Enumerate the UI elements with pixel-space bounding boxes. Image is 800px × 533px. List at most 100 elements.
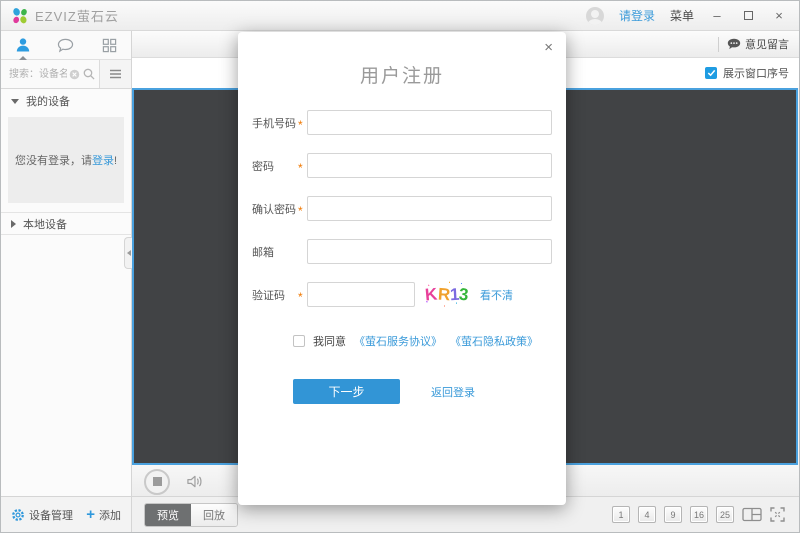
email-input[interactable] — [307, 239, 552, 264]
search-icon[interactable] — [83, 68, 95, 80]
tab-preview[interactable]: 预览 — [145, 504, 191, 526]
caret-down-icon — [11, 99, 19, 104]
local-devices-label: 本地设备 — [23, 216, 67, 232]
captcha-char: R — [437, 286, 450, 304]
stop-button[interactable] — [144, 469, 170, 495]
captcha-input[interactable] — [307, 282, 415, 307]
titlebar-menu[interactable]: 菜单 — [670, 7, 694, 24]
gear-icon — [11, 508, 25, 522]
layout-1-button[interactable]: 1 — [612, 506, 630, 523]
check-icon — [707, 69, 716, 77]
confirm-password-input[interactable] — [307, 196, 552, 221]
sidebar-tab-messages[interactable] — [44, 31, 87, 59]
layout-buttons: 1 4 9 16 25 — [612, 506, 785, 523]
user-avatar[interactable] — [586, 7, 604, 25]
phone-row: 手机号码 * — [252, 110, 552, 135]
view-mode-tabs: 预览 回放 — [144, 503, 238, 527]
app-title: EZVIZ萤石云 — [35, 6, 119, 25]
password-input[interactable] — [307, 153, 552, 178]
login-notice-link[interactable]: 登录 — [92, 155, 114, 167]
required-marker: * — [298, 288, 307, 302]
agreement-row: 我同意 《萤石服务协议》 《萤石隐私政策》 — [293, 333, 566, 349]
privacy-policy-link[interactable]: 《萤石隐私政策》 — [450, 333, 538, 349]
toolbar-divider — [718, 37, 719, 52]
show-window-number-label: 展示窗口序号 — [723, 65, 789, 81]
required-marker-empty — [298, 250, 307, 254]
section-local-devices[interactable]: 本地设备 — [1, 212, 131, 235]
split-layout-icon — [742, 507, 762, 522]
speaker-icon — [186, 474, 203, 489]
captcha-row: 验证码 * K R 1 3 看不清 — [252, 282, 552, 307]
feedback-label: 意见留言 — [745, 36, 789, 52]
dialog-title: 用户注册 — [238, 61, 566, 88]
feedback-button[interactable]: 意见留言 — [727, 36, 789, 52]
titlebar-login-link[interactable]: 请登录 — [619, 7, 655, 24]
email-label: 邮箱 — [252, 244, 298, 260]
list-filter-button[interactable] — [99, 60, 131, 88]
login-notice-text: 您没有登录，请登录! — [15, 152, 117, 168]
layout-16-button[interactable]: 16 — [690, 506, 708, 523]
tab-playback[interactable]: 回放 — [191, 504, 237, 526]
phone-label: 手机号码 — [252, 115, 298, 131]
confirm-password-row: 确认密码 * — [252, 196, 552, 221]
search-input[interactable] — [1, 61, 69, 88]
fullscreen-icon — [770, 507, 785, 522]
section-my-devices[interactable]: 我的设备 — [1, 89, 131, 113]
device-manage-label: 设备管理 — [29, 507, 73, 523]
feedback-bubble-icon — [727, 38, 741, 50]
email-row: 邮箱 — [252, 239, 552, 264]
captcha-refresh-link[interactable]: 看不清 — [480, 287, 513, 303]
custom-layout-button[interactable] — [742, 507, 762, 522]
maximize-icon — [744, 11, 753, 20]
device-search-bar — [1, 60, 131, 89]
app-logo: EZVIZ萤石云 — [11, 6, 119, 25]
sidebar-collapse-handle[interactable] — [124, 237, 132, 269]
clear-icon[interactable] — [69, 69, 80, 80]
captcha-image[interactable]: K R 1 3 — [423, 280, 471, 309]
layout-9-button[interactable]: 9 — [664, 506, 682, 523]
service-agreement-link[interactable]: 《萤石服务协议》 — [354, 333, 442, 349]
captcha-char: K — [425, 285, 439, 303]
captcha-char: 3 — [459, 286, 470, 304]
minimize-button[interactable]: – — [709, 8, 725, 24]
dialog-actions: 下一步 返回登录 — [293, 379, 566, 404]
registration-form: 手机号码 * 密码 * 确认密码 * 邮箱 验证码 * — [238, 110, 566, 307]
layout-25-button[interactable]: 25 — [716, 506, 734, 523]
caret-right-icon — [11, 220, 16, 228]
next-step-button[interactable]: 下一步 — [293, 379, 400, 404]
sidebar-tabs — [1, 31, 131, 60]
titlebar: EZVIZ萤石云 请登录 菜单 – × — [1, 1, 799, 31]
login-notice-panel: 您没有登录，请登录! — [8, 117, 124, 203]
stop-icon — [153, 477, 162, 486]
add-device-label: 添加 — [99, 507, 121, 523]
sidebar-footer: 设备管理 + 添加 — [1, 496, 131, 532]
maximize-button[interactable] — [740, 8, 756, 24]
close-button[interactable]: × — [771, 8, 787, 24]
password-label: 密码 — [252, 158, 298, 174]
hamburger-icon — [109, 69, 122, 79]
required-marker: * — [298, 202, 307, 216]
sidebar-tab-gallery[interactable] — [88, 31, 131, 59]
phone-input[interactable] — [307, 110, 552, 135]
volume-button[interactable] — [186, 474, 203, 489]
sidebar: 我的设备 您没有登录，请登录! 本地设备 设备管理 + 添加 — [1, 31, 132, 532]
registration-dialog: × 用户注册 手机号码 * 密码 * 确认密码 * 邮箱 — [238, 32, 566, 505]
back-to-login-link[interactable]: 返回登录 — [431, 384, 475, 400]
confirm-password-label: 确认密码 — [252, 201, 298, 217]
agree-label: 我同意 — [313, 333, 346, 349]
ezviz-flower-icon — [11, 7, 29, 25]
layout-4-button[interactable]: 4 — [638, 506, 656, 523]
dialog-close-button[interactable]: × — [544, 39, 553, 56]
plus-icon: + — [86, 509, 95, 521]
required-marker: * — [298, 116, 307, 130]
sidebar-tab-devices[interactable] — [1, 31, 44, 59]
required-marker: * — [298, 159, 307, 173]
show-window-number-checkbox[interactable] — [705, 67, 717, 79]
fullscreen-button[interactable] — [770, 507, 785, 522]
person-icon — [15, 37, 31, 53]
collapse-arrow-icon — [127, 250, 131, 256]
agree-checkbox[interactable] — [293, 335, 305, 347]
device-manage-button[interactable]: 设备管理 — [11, 507, 73, 523]
my-devices-label: 我的设备 — [26, 93, 70, 109]
add-device-button[interactable]: + 添加 — [86, 507, 121, 523]
